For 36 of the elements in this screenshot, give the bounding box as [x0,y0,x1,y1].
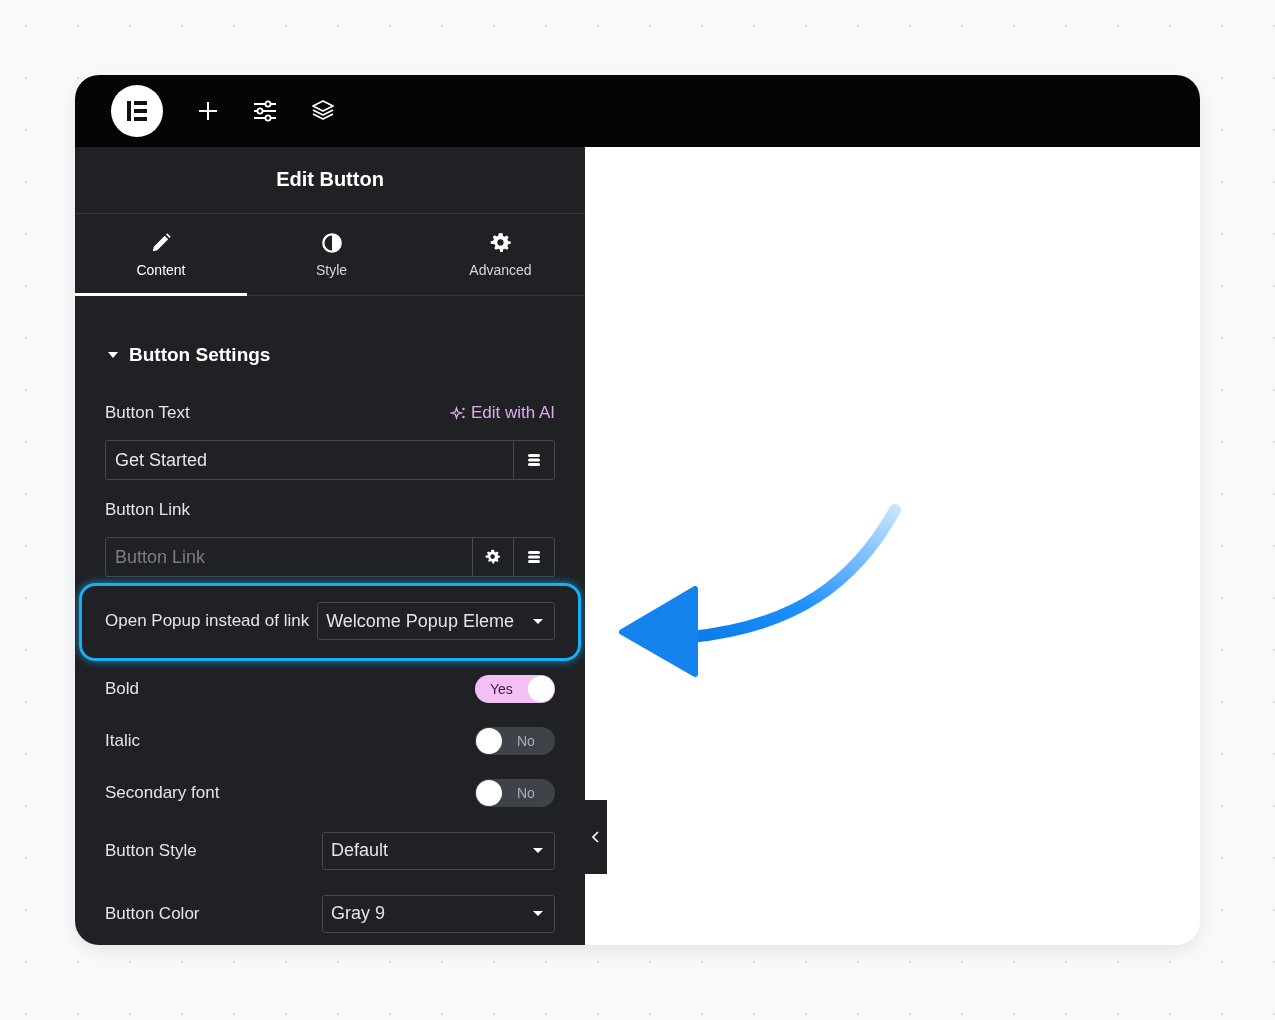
sliders-icon[interactable] [253,100,277,122]
field-label: Button Link [105,500,192,520]
tab[interactable]: Content [75,213,247,296]
text-field[interactable]: Get Started [105,440,555,480]
ai-link[interactable]: Edit with AI [449,403,555,423]
database-icon [527,453,541,467]
settings-icon [489,232,512,255]
field-label: Button Color [105,903,200,924]
caret-icon [532,846,544,855]
url-field[interactable]: Button Link [105,537,555,577]
toggle-switch[interactable]: No [475,779,555,807]
field-label: Button Text [105,403,190,423]
tab[interactable]: Style [247,213,416,296]
sparkle-icon [449,406,466,420]
dropdown[interactable]: Gray 9 [322,894,555,933]
field-label: Italic [105,731,140,751]
contrast-icon [320,232,343,255]
field-label: Open Popup instead of link [105,611,310,631]
add-icon[interactable] [197,100,219,122]
caret-icon [532,616,544,626]
field-label: Bold [105,679,140,699]
field-label: Secondary font [105,783,220,803]
tab[interactable]: Advanced [416,213,585,296]
layers-icon[interactable] [311,99,335,123]
dropdown[interactable]: Default [322,831,555,870]
chevron-left-icon [592,831,600,843]
section-header[interactable]: Button Settings [107,344,555,366]
database-icon [527,550,541,564]
settings-icon [485,549,501,565]
toggle-switch[interactable]: No [475,727,555,755]
toggle-switch[interactable]: Yes [475,675,555,703]
field-label: Button Style [105,840,197,861]
logo-icon[interactable] [111,85,163,137]
panel-title: Edit Button [276,168,384,192]
caret-icon [532,909,544,918]
dropdown[interactable]: Welcome Popup Eleme [317,602,555,640]
